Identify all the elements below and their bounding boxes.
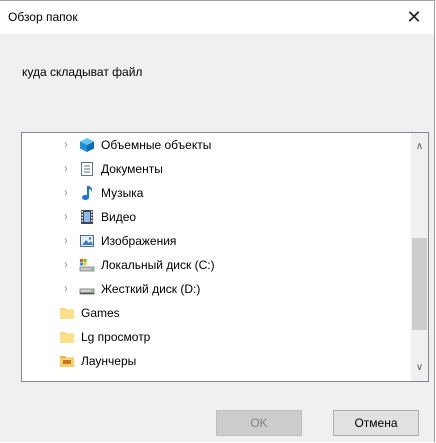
tree-item-label: Lg просмотр <box>81 330 151 344</box>
tree-item-3d-objects[interactable]: › Объемные объекты <box>59 133 211 157</box>
cancel-button[interactable]: Отмена <box>333 410 419 436</box>
close-button[interactable]: ✕ <box>394 1 434 34</box>
scroll-down-button[interactable]: ∨ <box>411 359 428 376</box>
expand-chevron-icon[interactable]: › <box>59 133 73 157</box>
close-icon: ✕ <box>406 7 422 27</box>
tree-item-label: Жесткий диск (D:) <box>101 282 201 296</box>
local-disk-icon <box>79 257 95 273</box>
tree-item-documents[interactable]: › Документы <box>59 157 163 181</box>
chevron-down-icon: ∨ <box>415 362 424 373</box>
browse-folders-dialog: Обзор папок ✕ куда складыват файл › Объе… <box>0 0 435 442</box>
music-icon <box>79 185 95 201</box>
expand-chevron-icon[interactable]: › <box>59 181 73 205</box>
tree-item-label: Изображения <box>101 234 177 248</box>
tree-scrollbar[interactable]: ∧ ∨ <box>411 133 428 381</box>
hard-disk-icon <box>79 281 95 297</box>
tree-item-label: Games <box>81 306 120 320</box>
window-title: Обзор папок <box>8 10 78 24</box>
ok-button[interactable]: OK <box>216 410 302 436</box>
expand-chevron-icon[interactable]: › <box>59 253 73 277</box>
dialog-prompt: куда складыват файл <box>22 65 143 79</box>
tree-item-hard-disk-d[interactable]: › Жесткий диск (D:) <box>59 277 200 301</box>
tree-item-pictures[interactable]: › Изображения <box>59 229 176 253</box>
folder-icon <box>59 353 75 369</box>
tree-item-music[interactable]: › Музыка <box>59 181 143 205</box>
folder-icon <box>59 305 75 321</box>
title-bar: Обзор папок ✕ <box>0 1 434 34</box>
expand-chevron-icon[interactable]: › <box>59 277 73 301</box>
chevron-up-icon: ∧ <box>415 141 424 152</box>
scrollbar-thumb[interactable] <box>412 238 427 330</box>
expand-chevron-icon[interactable]: › <box>59 229 73 253</box>
tree-item-label: Лаунчеры <box>81 354 137 368</box>
tree-item-video[interactable]: › Видео <box>59 205 136 229</box>
scroll-up-button[interactable]: ∧ <box>411 138 428 155</box>
3d-objects-icon <box>79 137 95 153</box>
tree-item-lg-prosmotr[interactable]: Lg просмотр <box>53 325 150 349</box>
tree-item-label: Документы <box>101 162 163 176</box>
tree-item-label: Локальный диск (C:) <box>101 258 215 272</box>
tree-item-label: Видео <box>101 210 137 224</box>
folder-icon <box>59 329 75 345</box>
video-icon <box>79 209 95 225</box>
folder-tree[interactable]: › Объемные объекты › Документы › Музыка … <box>21 132 429 382</box>
tree-item-local-disk-c[interactable]: › Локальный диск (C:) <box>59 253 215 277</box>
tree-item-launchers[interactable]: Лаунчеры <box>53 349 136 373</box>
documents-icon <box>79 161 95 177</box>
tree-item-label: Музыка <box>101 186 144 200</box>
expand-chevron-icon[interactable]: › <box>59 157 73 181</box>
tree-item-label: Объемные объекты <box>101 138 212 152</box>
tree-item-games[interactable]: Games <box>53 301 120 325</box>
expand-chevron-icon[interactable]: › <box>59 205 73 229</box>
pictures-icon <box>79 233 95 249</box>
